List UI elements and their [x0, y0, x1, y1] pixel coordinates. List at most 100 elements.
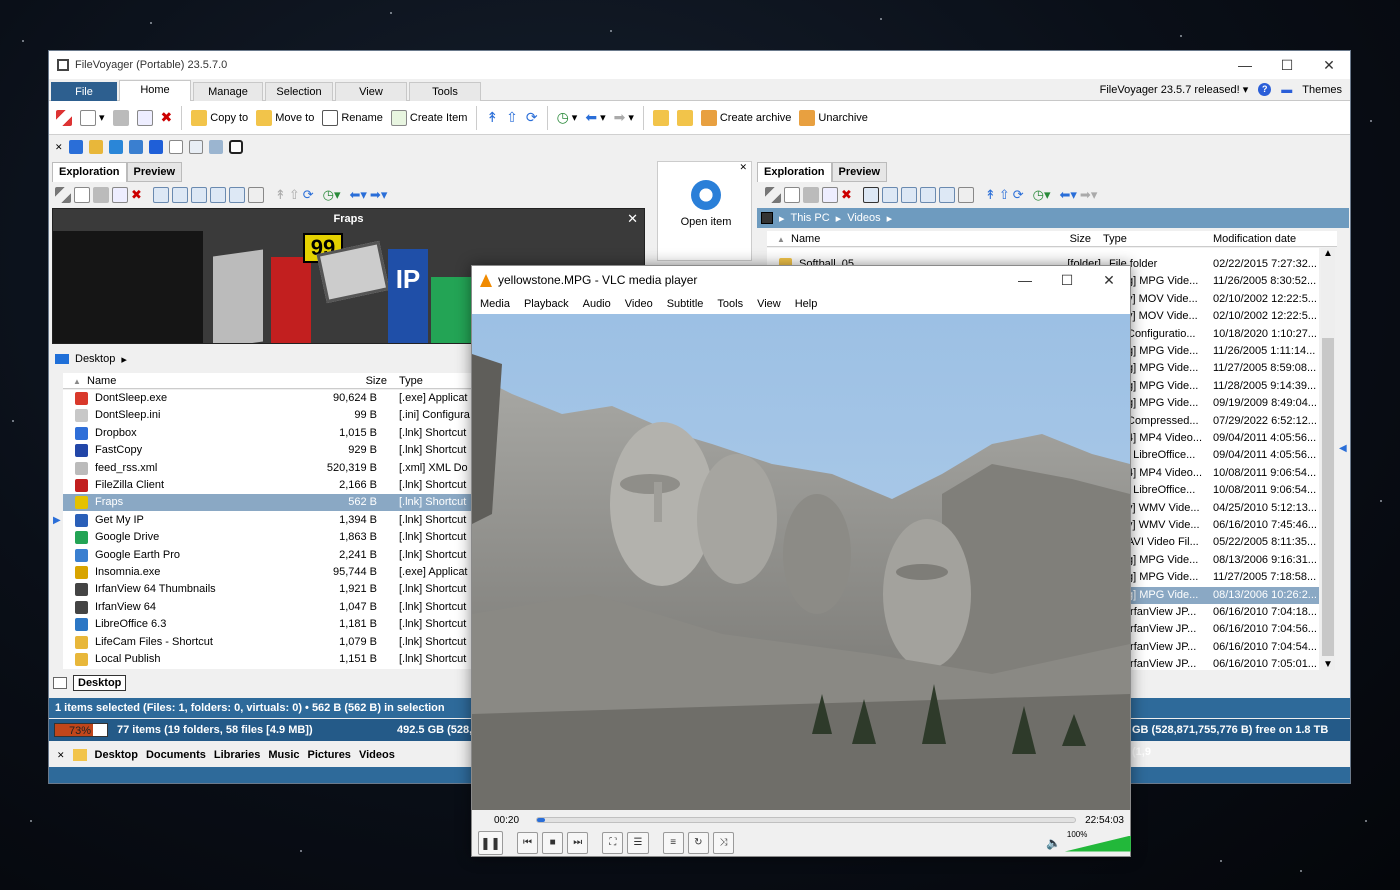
seek-bar[interactable]	[536, 817, 1076, 823]
tab-view[interactable]: View	[335, 82, 407, 101]
history-button[interactable]: ◷ ▾	[554, 105, 581, 131]
view-thumbnails-icon[interactable]	[228, 187, 245, 203]
view-icons-icon[interactable]	[919, 187, 936, 203]
view-filmstrip-icon[interactable]	[957, 187, 974, 203]
cloud-icon[interactable]	[208, 140, 223, 154]
file-row[interactable]: feed_rss.xml 520,319 B [.xml] XML Do	[63, 460, 473, 477]
right-tab-exploration[interactable]: Exploration	[757, 162, 832, 182]
close-icon[interactable]: ✕	[1308, 51, 1350, 79]
view-details-icon[interactable]	[862, 187, 879, 203]
file-row[interactable]: DontSleep.ini 99 B [.ini] Configura	[63, 407, 473, 424]
bluetooth-icon[interactable]	[68, 140, 83, 154]
themes-icon[interactable]: ▬	[1281, 84, 1292, 96]
copy-button[interactable]: ▾	[77, 105, 108, 131]
view-list-icon[interactable]	[171, 187, 188, 203]
file-row[interactable]: LifeCam Files - Shortcut 1,079 B [.lnk] Sh…	[63, 634, 473, 651]
col-name[interactable]: Name	[791, 233, 820, 245]
playlist-button[interactable]: ≡	[662, 831, 684, 854]
history-icon[interactable]: ◷▾	[323, 187, 341, 203]
arrow-left-icon[interactable]: ⬅▾	[350, 187, 367, 203]
new-file-button[interactable]	[134, 105, 156, 131]
vlc-menu-subtitle[interactable]: Subtitle	[667, 298, 704, 310]
fullscreen-button[interactable]: ⛶	[602, 831, 624, 854]
folder-pin-button[interactable]	[674, 105, 696, 131]
file-row[interactable]: Google Drive 1,863 B [.lnk] Shortcut	[63, 529, 473, 546]
next-button[interactable]: ⏭	[567, 831, 589, 854]
paste-icon[interactable]	[803, 187, 819, 203]
file-row[interactable]: Fraps 562 B [.lnk] Shortcut	[63, 494, 473, 512]
file-row[interactable]: Google Earth Pro 2,241 B [.lnk] Shortcut	[63, 547, 473, 564]
shuffle-button[interactable]: ⤨	[712, 831, 734, 854]
close-icon[interactable]: ✕	[1088, 266, 1130, 294]
col-name[interactable]: Name	[87, 375, 116, 387]
file-row[interactable]: FileZilla Client 2,166 B [.lnk] Shortcut	[63, 477, 473, 494]
cut-button[interactable]	[53, 105, 75, 131]
quick-documents[interactable]: Documents	[146, 749, 206, 761]
vlc-menu-playback[interactable]: Playback	[524, 298, 569, 310]
open-item-button[interactable]: Open item	[668, 180, 744, 228]
usb-icon[interactable]	[88, 140, 103, 154]
scroll-thumb[interactable]	[1322, 338, 1334, 656]
tab-tools[interactable]: Tools	[409, 82, 481, 101]
arrow-up-icon[interactable]: ⇧	[999, 187, 1010, 203]
view-icons-icon[interactable]	[209, 187, 226, 203]
copy-to-button[interactable]: Copy to	[188, 105, 251, 131]
maximize-icon[interactable]: ☐	[1266, 51, 1308, 79]
vlc-menu-video[interactable]: Video	[625, 298, 653, 310]
file-row[interactable]: Get My IP 1,394 B [.lnk] Shortcut	[63, 512, 473, 529]
loop-button[interactable]: ↻	[687, 831, 709, 854]
tab-selection[interactable]: Selection	[265, 82, 333, 101]
close-middle-icon[interactable]: ✕	[739, 162, 747, 173]
scroll-down-icon[interactable]: ▼	[1323, 659, 1333, 670]
rename-button[interactable]: Rename	[319, 105, 386, 131]
file-row[interactable]: LibreOffice 6.3 1,181 B [.lnk] Shortcut	[63, 616, 473, 633]
breadcrumb-chevron-icon[interactable]: ▸	[121, 353, 127, 366]
file-row[interactable]: Insomnia.exe 95,744 B [.exe] Applicat	[63, 564, 473, 581]
create-item-button[interactable]: Create Item	[388, 105, 470, 131]
left-tab-exploration[interactable]: Exploration	[52, 162, 127, 182]
quick-desktop[interactable]: Desktop	[95, 749, 138, 761]
vlc-menu-media[interactable]: Media	[480, 298, 510, 310]
forward-button[interactable]: ➡ ▾	[611, 105, 637, 131]
vlc-menu-view[interactable]: View	[757, 298, 781, 310]
desktop-tab[interactable]: Desktop	[73, 675, 127, 691]
breadcrumb-this-pc[interactable]: This PC	[791, 212, 830, 224]
view-thumbnails-icon[interactable]	[938, 187, 955, 203]
monitor-icon[interactable]	[108, 140, 123, 154]
close-quickbar-icon[interactable]: ✕	[57, 750, 65, 761]
previous-button[interactable]: ⏮	[516, 831, 539, 854]
arrow-right-icon[interactable]: ➡▾	[370, 187, 387, 203]
col-modified[interactable]: Modification date	[1213, 233, 1296, 245]
view-list-icon[interactable]	[881, 187, 898, 203]
new-tab-icon[interactable]	[53, 677, 67, 689]
close-favbar-icon[interactable]: ✕	[55, 142, 63, 153]
help-icon[interactable]: ?	[1258, 83, 1272, 96]
paste-button[interactable]	[110, 105, 132, 131]
release-notice-link[interactable]: FileVoyager 23.5.7 released! ▾	[1100, 83, 1249, 96]
copy-icon[interactable]	[784, 187, 800, 203]
fv-title-bar[interactable]: FileVoyager (Portable) 23.5.7.0	[49, 51, 1350, 79]
breadcrumb-desktop[interactable]: Desktop	[75, 353, 115, 365]
scroll-up-icon[interactable]: ▲	[1323, 248, 1333, 259]
arrow-top-icon[interactable]: ↟	[275, 187, 286, 203]
delete-icon[interactable]: ✖	[841, 187, 852, 203]
view-details-icon[interactable]	[152, 187, 169, 203]
go-up-button[interactable]: ⇧	[503, 105, 521, 131]
right-tab-preview[interactable]: Preview	[831, 162, 888, 182]
file-row[interactable]: FastCopy 929 B [.lnk] Shortcut	[63, 442, 473, 459]
go-top-button[interactable]: ↟	[483, 105, 501, 131]
file-row[interactable]: DontSleep.exe 90,624 B [.exe] Applicat	[63, 390, 473, 407]
bookmark-button[interactable]	[650, 105, 672, 131]
unarchive-button[interactable]: Unarchive	[796, 105, 871, 131]
stop-button[interactable]: ■	[542, 831, 564, 854]
dropbox-icon[interactable]	[148, 140, 163, 154]
delete-button[interactable]: ✖	[158, 105, 176, 131]
left-tab-preview[interactable]: Preview	[126, 162, 183, 182]
breadcrumb-chevron-icon[interactable]: ▸	[779, 212, 785, 225]
paste-icon[interactable]	[93, 187, 109, 203]
tab-file[interactable]: File	[51, 82, 117, 101]
delete-icon[interactable]: ✖	[131, 187, 142, 203]
teamviewer-icon[interactable]	[228, 140, 243, 154]
right-scrollbar[interactable]: ▲ ▼	[1321, 248, 1335, 670]
document-icon[interactable]	[168, 140, 183, 154]
